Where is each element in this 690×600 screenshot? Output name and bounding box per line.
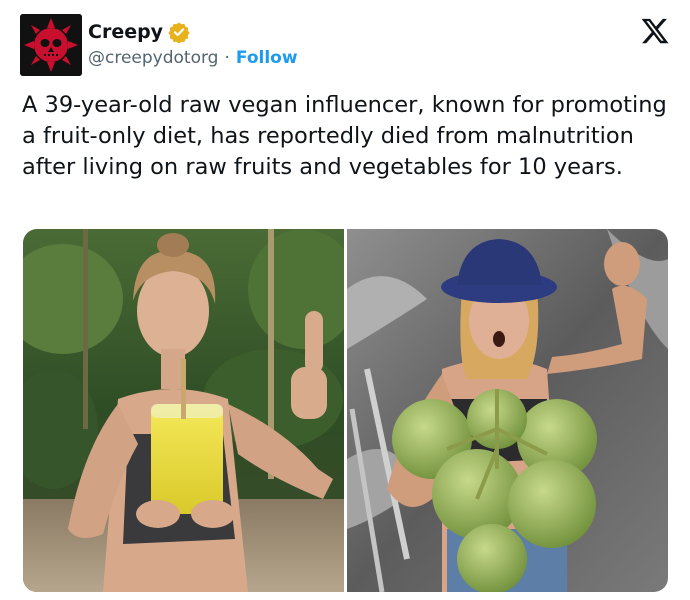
separator-dot: ·	[224, 48, 230, 68]
author-block: Creepy @creepydotorg · Follow	[88, 18, 298, 68]
display-name[interactable]: Creepy	[88, 21, 163, 43]
avatar[interactable]	[20, 14, 82, 76]
photo-juice-thumbs-up[interactable]	[23, 229, 344, 592]
skull-logo-icon	[20, 14, 82, 76]
handle[interactable]: @creepydotorg	[88, 48, 218, 68]
tweet-text: A 39-year-old raw vegan influencer, know…	[22, 92, 667, 180]
juice-photo-image	[23, 229, 344, 592]
photo-coconuts-flex[interactable]	[347, 229, 668, 592]
handle-row: @creepydotorg · Follow	[88, 48, 298, 68]
media-grid	[23, 229, 668, 592]
verified-badge-icon	[168, 22, 190, 43]
x-logo-icon[interactable]	[640, 16, 670, 46]
coconuts-photo-image	[347, 229, 668, 592]
follow-button[interactable]: Follow	[236, 48, 298, 68]
tweet-card: Creepy @creepydotorg · Follow A 39-year-ol…	[0, 0, 690, 600]
